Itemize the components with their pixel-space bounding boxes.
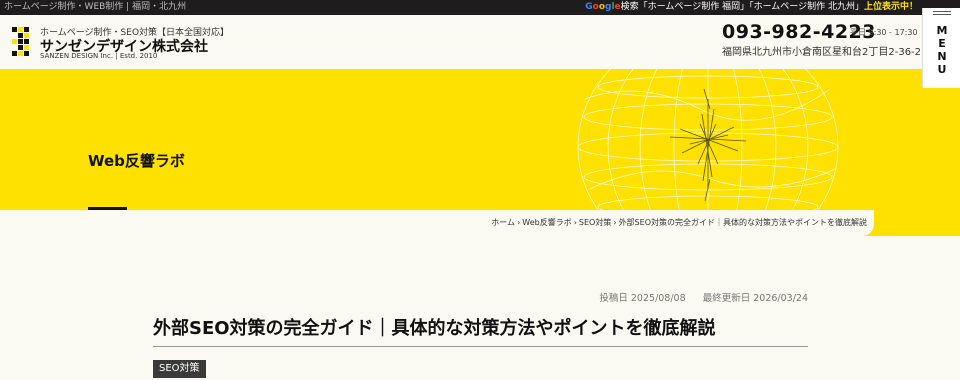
breadcrumb-separator: › [573,218,577,227]
logo-mark-icon[interactable] [12,27,30,57]
google-letter: G [585,2,593,12]
menu-letter: M [936,24,948,37]
updated-date: 最終更新日 2026/03/24 [703,293,808,304]
site-header: ホームページ制作・SEO対策【日本全国対応】 サンゼンデザイン株式会社 SANZ… [0,15,960,69]
article-dates: 投稿日 2025/08/08 最終更新日 2026/03/24 [585,290,808,304]
posted-date: 投稿日 2025/08/08 [599,293,685,304]
menu-letter: E [938,37,946,50]
breadcrumb-separator: › [613,218,617,227]
breadcrumb: ホーム › Web反響ラボ › SEO対策 › 外部SEO対策の完全ガイド｜具体的な対策方法… [490,217,868,228]
posted-label: 投稿日 [599,293,628,304]
breadcrumb-lab-link[interactable]: Web反響ラボ [522,218,571,227]
menu-button[interactable]: MENU [922,8,960,88]
ranking-highlight: 上位表示中！ [863,2,918,12]
top-bar-search-notice: Google検索「ホームページ制作 福岡」「ホームページ制作 北九州」上位表示中… [585,0,918,15]
menu-letter: N [937,50,947,63]
category-tag[interactable]: SEO対策 [153,360,206,378]
company-address: 福岡県北九州市小倉南区星和台2丁目2-36-2 [722,47,922,58]
search-keywords: 検索「ホームページ制作 福岡」「ホームページ制作 北九州」 [620,2,864,12]
top-bar: ホームページ制作・WEB制作 | 福岡・北九州 Google検索「ホームページ制… [0,0,960,15]
wireframe-globe-icon [577,69,839,210]
menu-label: MENU [935,24,949,76]
hero-banner: Web反響ラボ [0,69,960,210]
breadcrumb-separator: › [517,218,521,227]
breadcrumb-home-link[interactable]: ホーム [491,218,515,227]
hero-title: Web反響ラボ [88,152,185,170]
brand-english-name: SANZEN DESIGN Inc. | Estd. 2010 [40,52,158,60]
posted-value: 2025/08/08 [630,293,686,304]
menu-label-text: MENU [935,24,949,76]
top-bar-tagline: ホームページ制作・WEB制作 | 福岡・北九州 [4,2,187,12]
business-hours: 平日 9:30 - 17:30 [850,28,918,37]
menu-letter: U [937,63,947,76]
updated-label: 最終更新日 [702,293,751,304]
updated-value: 2026/03/24 [753,293,808,304]
title-divider [153,346,808,347]
breadcrumb-seo-link[interactable]: SEO対策 [579,218,611,227]
breadcrumb-current: 外部SEO対策の完全ガイド｜具体的な対策方法やポイントを徹底解説 [618,218,867,227]
article-title: 外部SEO対策の完全ガイド｜具体的な対策方法やポイントを徹底解説 [153,318,716,339]
